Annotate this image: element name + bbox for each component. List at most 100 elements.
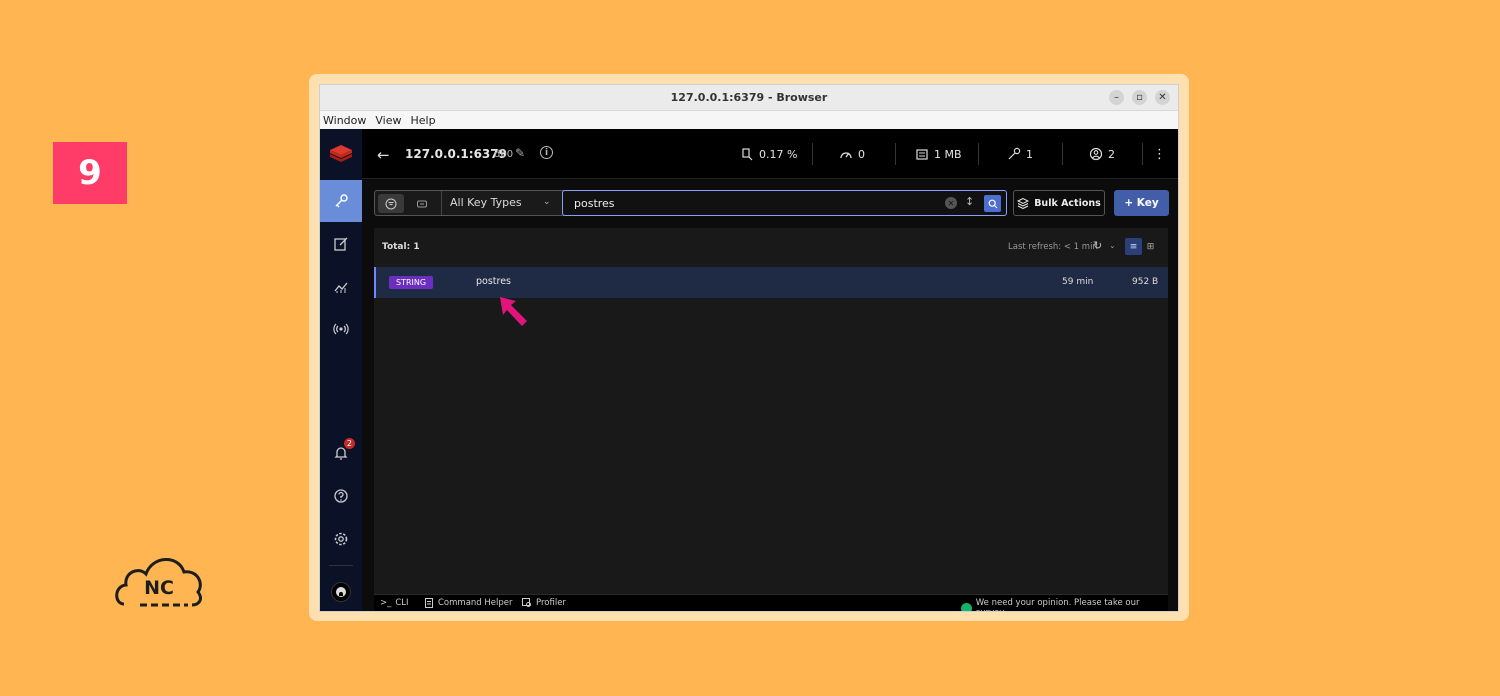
nc-cloud-logo: NC: [115, 558, 202, 607]
list-view-icon[interactable]: ≡: [1125, 238, 1142, 255]
key-row[interactable]: STRING postres 59 min 952 B: [374, 267, 1168, 298]
cpu-icon: [742, 148, 753, 161]
key-icon: [335, 194, 348, 208]
database-index: db0: [494, 149, 514, 160]
memory-icon: [916, 149, 928, 160]
stat-divider: [978, 143, 979, 165]
profiler-icon: [522, 598, 531, 607]
command-helper-tab[interactable]: Command Helper: [424, 598, 513, 608]
key-list-header: Total: 1 Last refresh: < 1 min ↻ ⌄ ≡ ⊞: [374, 228, 1168, 266]
key-ttl: 59 min: [1062, 277, 1094, 287]
bulk-actions-label: Bulk Actions: [1034, 197, 1101, 209]
cli-label: CLI: [395, 598, 409, 608]
key-type-badge: STRING: [389, 276, 434, 289]
profiler-tab[interactable]: Profiler: [522, 598, 566, 608]
github-icon[interactable]: [331, 582, 351, 602]
chevron-down-icon[interactable]: ⌄: [543, 197, 551, 207]
database-host: 127.0.0.1:6379: [405, 147, 507, 161]
key-count-icon: [1008, 147, 1021, 160]
filter-divider: [441, 191, 442, 215]
more-options-icon[interactable]: ⋮: [1153, 129, 1166, 179]
document-icon: [425, 598, 433, 608]
stat-divider: [895, 143, 896, 165]
stat-divider: [1062, 143, 1063, 165]
vector-search-button[interactable]: [409, 194, 435, 213]
key-type-select[interactable]: All Key Types: [450, 196, 522, 209]
sidebar-item-browser[interactable]: [320, 180, 362, 222]
keys-value: 1: [1026, 147, 1033, 161]
survey-link[interactable]: We need your opinion. Please take our su…: [961, 598, 1168, 611]
sidebar-item-workbench[interactable]: [320, 223, 362, 265]
profiler-label: Profiler: [536, 598, 566, 608]
redis-insight-app: 2 ← 127.0.0.1:6379 db0 ✎ i 0.17 % 0 1 MB…: [320, 129, 1178, 611]
vector-search-icon: [417, 200, 427, 207]
clients-stat: 2: [1089, 129, 1115, 179]
pointer-arrow-icon: [500, 297, 527, 326]
pencil-icon[interactable]: ✎: [515, 146, 525, 160]
terminal-icon: >_: [380, 598, 392, 608]
search-icon: [988, 199, 997, 208]
gear-icon: [334, 532, 348, 546]
back-arrow-icon[interactable]: ←: [377, 146, 390, 164]
restore-button[interactable]: ▫: [1132, 90, 1147, 105]
redis-logo-icon[interactable]: [328, 142, 354, 166]
keys-stat: 1: [1007, 129, 1033, 179]
key-name[interactable]: postres: [476, 276, 511, 287]
minimize-button[interactable]: –: [1109, 90, 1124, 105]
sort-icon[interactable]: ↕: [965, 195, 974, 208]
cpu-value: 0.17 %: [759, 147, 798, 161]
layers-icon: [1017, 197, 1030, 209]
menu-view[interactable]: View: [375, 114, 401, 127]
user-circle-icon: [1089, 147, 1103, 161]
help-icon: [334, 489, 348, 503]
menu-bar: Window View Help: [320, 111, 1178, 129]
key-size: 952 B: [1132, 277, 1159, 287]
memory-stat: 1 MB: [915, 129, 962, 179]
sidebar-item-notifications[interactable]: 2: [320, 432, 362, 474]
info-icon[interactable]: i: [540, 146, 553, 159]
search-submit-button[interactable]: [984, 195, 1001, 212]
sidebar-item-help[interactable]: [320, 475, 362, 517]
screenshot-frame: 127.0.0.1:6379 - Browser – ▫ ✕ Window Vi…: [309, 74, 1189, 621]
last-refresh-text: Last refresh: < 1 min: [1008, 242, 1098, 252]
title-bar: 127.0.0.1:6379 - Browser – ▫ ✕: [320, 85, 1178, 111]
window-title: 127.0.0.1:6379 - Browser: [670, 91, 828, 104]
total-count: Total: 1: [382, 242, 420, 252]
key-search-input[interactable]: [562, 190, 1007, 216]
chart-icon: [334, 282, 348, 293]
clear-search-icon[interactable]: ✕: [945, 197, 957, 209]
auto-refresh-chevron-icon[interactable]: ⌄: [1109, 241, 1116, 250]
sidebar-item-analysis[interactable]: [320, 266, 362, 308]
notification-count-badge: 2: [343, 438, 355, 449]
refresh-icon[interactable]: ↻: [1093, 239, 1102, 252]
database-header: ← 127.0.0.1:6379 db0 ✎ i 0.17 % 0 1 MB 1…: [362, 129, 1178, 179]
github-mark-icon: [336, 587, 346, 597]
menu-window[interactable]: Window: [323, 114, 366, 127]
key-list-panel: Total: 1 Last refresh: < 1 min ↻ ⌄ ≡ ⊞ S…: [374, 228, 1168, 594]
app-window: 127.0.0.1:6379 - Browser – ▫ ✕ Window Vi…: [319, 84, 1179, 612]
bottom-status-bar: >_ CLI Command Helper Profiler We need y…: [374, 594, 1168, 611]
sidebar-divider: [329, 565, 353, 566]
speedometer-icon: [840, 152, 852, 159]
ops-stat: 0: [839, 129, 865, 179]
close-button[interactable]: ✕: [1155, 90, 1170, 105]
sidebar-item-pubsub[interactable]: [320, 308, 362, 350]
view-toggle: ≡ ⊞: [1125, 238, 1159, 255]
key-filter-bar: All Key Types ⌄ ✕ ↕ Bulk Actions + Key: [374, 190, 1169, 218]
memory-value: 1 MB: [934, 147, 962, 161]
filter-box: All Key Types ⌄ ✕ ↕: [374, 190, 1007, 216]
sidebar-item-settings[interactable]: [320, 518, 362, 560]
clients-value: 2: [1108, 147, 1115, 161]
tree-view-icon[interactable]: ⊞: [1142, 238, 1159, 255]
menu-help[interactable]: Help: [410, 114, 435, 127]
add-key-button[interactable]: + Key: [1114, 190, 1169, 216]
nc-logo-text: NC: [144, 577, 174, 599]
stat-divider: [812, 143, 813, 165]
broadcast-icon: [333, 323, 349, 335]
bulk-actions-button[interactable]: Bulk Actions: [1013, 190, 1105, 216]
cli-tab[interactable]: >_ CLI: [380, 598, 409, 608]
step-number-badge: 9: [53, 142, 127, 204]
survey-icon: [961, 602, 972, 611]
filter-icon: [385, 198, 397, 209]
filter-toggle-button[interactable]: [378, 194, 404, 213]
